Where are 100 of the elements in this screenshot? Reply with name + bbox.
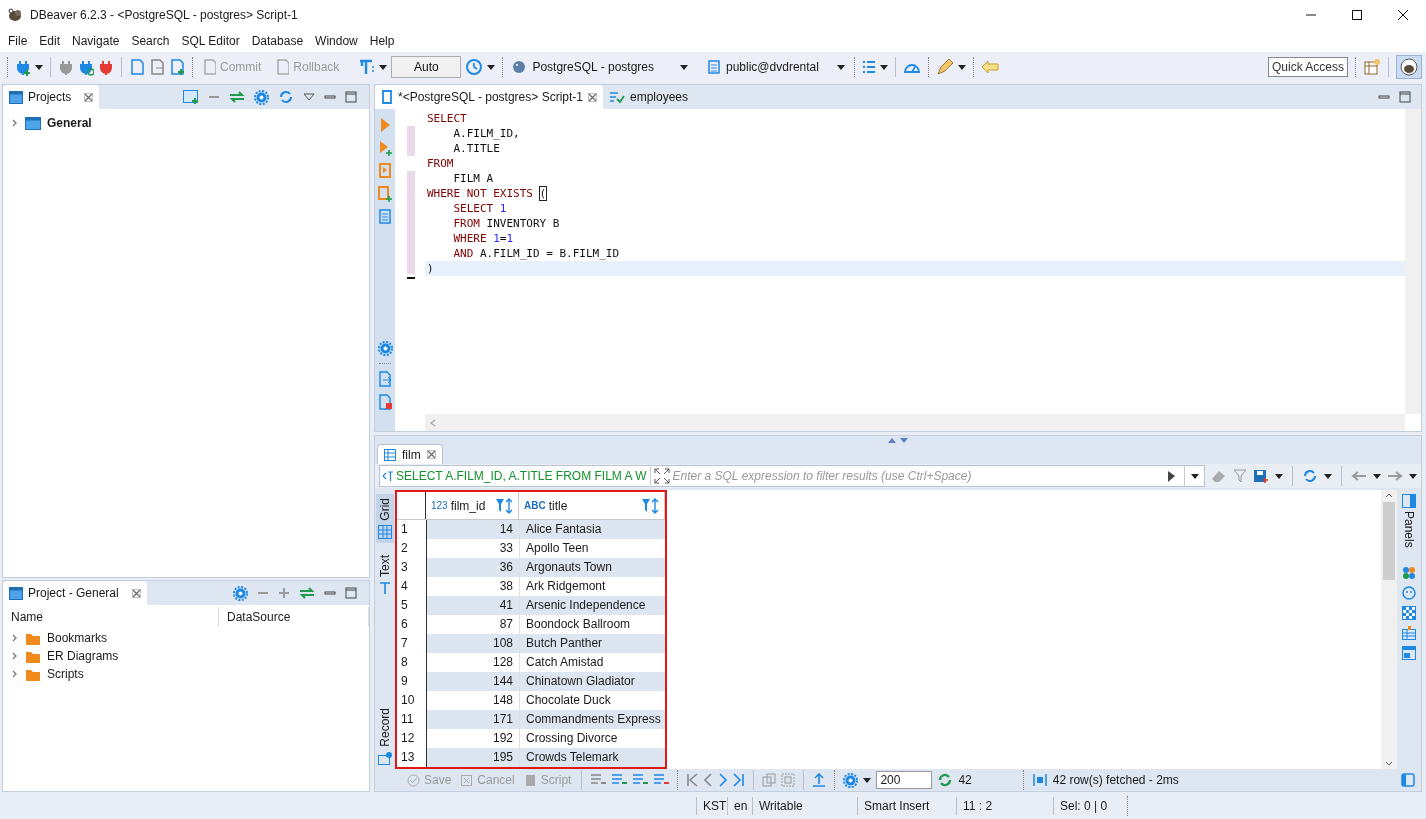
filter-sort-icon[interactable] [495,497,513,514]
window-split-icon[interactable] [1402,645,1416,660]
run-icon[interactable] [378,117,392,133]
filter-input[interactable]: Enter a SQL expression to filter results (use Ctrl+Space) [672,467,1166,485]
forward-icon[interactable] [1387,470,1403,482]
projects-tab[interactable]: Projects [3,85,100,109]
script-run-icon[interactable] [378,163,392,179]
filter-field[interactable]: SELECT A.FILM_ID, A.TITLE FROM FILM A W Enter a SQL expression to filter results (use Ctrl+Space) [379,465,1205,487]
run-add-icon[interactable] [378,140,392,156]
quick-access-field[interactable]: Quick Access [1267,57,1348,77]
fetch-size-field[interactable]: 200 [876,771,933,789]
caret-icon[interactable] [1324,473,1332,479]
close-icon[interactable] [84,92,94,102]
transaction-mode-button[interactable]: Auto [391,56,462,78]
caret-icon[interactable] [35,64,43,70]
view-menu-icon[interactable] [303,93,315,101]
back-icon[interactable] [1351,470,1367,482]
menu-item[interactable]: Help [363,32,401,50]
checker-icon[interactable] [1402,605,1416,620]
plug-refresh-icon[interactable] [78,58,94,76]
menu-item[interactable]: File [2,32,34,50]
row-number[interactable]: 5 [397,596,427,615]
menu-item[interactable]: Database [245,32,310,50]
smiley-icon[interactable] [1402,585,1416,600]
caret-icon[interactable] [1275,473,1283,479]
row-number[interactable]: 13 [397,748,427,767]
caret-icon[interactable] [1409,473,1417,479]
table-chart-icon[interactable] [1402,625,1416,640]
caret-icon[interactable] [487,64,496,70]
chevron-right-icon[interactable] [11,119,19,127]
filter-sort-icon[interactable] [641,497,659,514]
expand-arrows-icon[interactable] [653,468,670,484]
maximize-icon[interactable] [1399,91,1411,103]
tree-item[interactable]: General [11,113,369,133]
chevron-right-icon[interactable] [11,652,19,660]
panel-toggle-icon[interactable] [1401,773,1415,787]
copy-icon[interactable] [762,773,777,787]
results-view-tab[interactable]: Text [376,550,394,599]
script-run-add-icon[interactable] [378,186,392,202]
new-window-icon[interactable] [183,90,199,104]
caret-icon[interactable] [1373,473,1381,479]
play-icon[interactable] [1166,470,1176,482]
project-general-tab[interactable]: Project - General [3,581,147,605]
panels-tab[interactable]: Panels [1400,494,1418,548]
tree-item[interactable]: ER Diagrams [11,647,369,665]
document-icon[interactable] [129,59,145,75]
schema-selector[interactable]: public@dvdrental [706,58,847,76]
caret-icon[interactable] [957,64,966,70]
document-add-icon[interactable] [169,59,185,75]
export-icon[interactable] [378,371,392,387]
close-icon[interactable] [131,588,141,598]
menu-item[interactable]: SQL Editor [175,32,246,50]
split-arrows-icon[interactable] [887,437,909,444]
close-icon[interactable] [426,450,436,459]
caret-icon[interactable] [879,64,888,70]
row-number[interactable]: 11 [397,710,427,729]
sync-arrows-icon[interactable] [229,91,245,103]
menu-item[interactable]: Search [125,32,176,50]
results-tab[interactable]: film [377,444,443,464]
next-icon[interactable] [718,773,729,787]
first-icon[interactable] [686,773,699,787]
plug-icon[interactable] [58,58,74,76]
maximize-icon[interactable] [345,587,357,599]
column-header[interactable]: ABC title [524,496,638,515]
row-delete-icon[interactable] [653,773,670,787]
datasource-selector[interactable]: PostgreSQL - postgres [510,58,690,76]
horizontal-scrollbar[interactable] [425,414,1405,431]
caret-icon[interactable] [1190,473,1199,479]
sync-arrows-icon[interactable] [299,587,315,599]
gear-icon[interactable] [254,89,269,105]
document-arrow-icon[interactable] [149,59,165,75]
row-copy-icon[interactable] [632,773,649,787]
vertical-scrollbar[interactable] [1381,490,1397,769]
tree-item[interactable]: Bookmarks [11,629,369,647]
previous-icon[interactable] [703,773,714,787]
format-icon[interactable] [590,773,607,787]
caret-icon[interactable] [379,64,388,70]
last-icon[interactable] [733,773,746,787]
results-view-tab[interactable]: Record [376,704,394,769]
gear-icon[interactable] [843,772,859,788]
row-number[interactable]: 3 [397,558,427,577]
vertical-scrollbar[interactable] [1405,109,1421,414]
arrow-left-icon[interactable] [980,60,999,74]
sync-icon[interactable] [278,89,294,105]
filter-save-icon[interactable] [1253,469,1269,483]
menu-item[interactable]: Edit [33,32,67,50]
menu-item[interactable]: Navigate [66,32,126,50]
close-icon[interactable] [588,92,597,102]
chevron-right-icon[interactable] [11,634,19,642]
menu-item[interactable]: Window [309,32,364,50]
scroll-thumb[interactable] [1383,502,1395,580]
caret-icon[interactable] [863,777,872,783]
maximize-icon[interactable] [345,91,357,103]
column-header[interactable]: 123 film_id [431,496,492,515]
column-header[interactable]: DataSource [219,607,369,627]
refresh-icon[interactable] [1302,468,1318,484]
chevron-right-icon[interactable] [11,670,19,678]
filter-icon[interactable] [1233,469,1247,483]
row-number[interactable]: 7 [397,634,427,653]
gear-icon[interactable] [377,341,393,356]
